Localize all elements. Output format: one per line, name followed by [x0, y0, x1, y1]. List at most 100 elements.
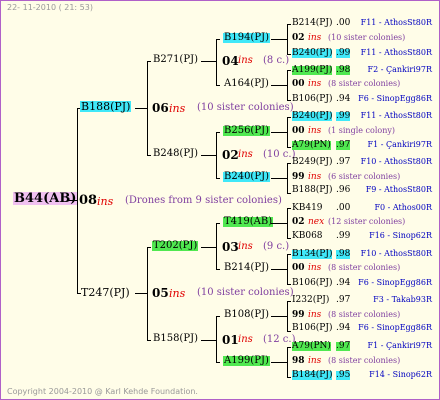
- connector-line: [216, 316, 220, 317]
- connector-line: [287, 238, 291, 239]
- g4-val-6: .99: [336, 111, 351, 121]
- gen1-number: 08: [79, 193, 98, 208]
- connector-line: [287, 193, 291, 194]
- connector-line: [77, 108, 78, 293]
- connector-line: [287, 347, 288, 378]
- g1-num-1: 05: [152, 286, 169, 300]
- g1-num-0: 06: [152, 101, 169, 115]
- g4-ins-16: ins: [308, 263, 322, 273]
- connector-line: [287, 331, 291, 332]
- g4-val-20: .94: [336, 323, 351, 333]
- g4-id-6: B240(PJ): [292, 111, 333, 121]
- g4-val-8: .97: [336, 140, 351, 150]
- gen1-note: (Drones from 9 sister colonies): [125, 195, 282, 206]
- connector-line: [201, 247, 216, 248]
- connector-line: [216, 39, 217, 86]
- g4-id-23: B184(PJ): [292, 370, 333, 380]
- g4-num-1: 02: [292, 33, 305, 43]
- connector-line: [287, 301, 291, 302]
- g4-id-2: B240(PJ): [292, 48, 333, 58]
- g4-src-5: F6 - SinopEgg86R: [358, 94, 432, 103]
- g3-label-1: A164(PJ): [224, 78, 269, 89]
- connector-line: [147, 61, 148, 156]
- connector-line: [201, 340, 216, 341]
- g2-num-2: 03: [222, 240, 239, 254]
- g4-src-15: F10 - AthosSt80R: [360, 249, 432, 258]
- connector-line: [287, 163, 291, 164]
- g4-num-19: 99: [292, 310, 305, 320]
- g4-src-14: F16 - Sinop62R: [369, 231, 432, 240]
- g3-label-7: A199(PJ): [223, 355, 270, 366]
- g2-note-0: (8 c.): [263, 55, 290, 66]
- g2-ins-3: ins: [238, 334, 253, 345]
- pedigree-frame: 22- 11-2010 ( 21: 53) Copyright 2004-201…: [0, 0, 440, 400]
- g4-id-8: A79(PN): [292, 140, 331, 150]
- g3-label-6: B108(PJ): [224, 309, 269, 320]
- g2-note-2: (9 c.): [263, 241, 290, 252]
- g4-num-13: 02: [292, 217, 305, 227]
- g4-val-11: .96: [336, 185, 351, 195]
- connector-line: [216, 316, 217, 363]
- g2-num-1: 02: [222, 148, 239, 162]
- connector-line: [201, 155, 216, 156]
- g4-note-4: (8 sister colonies): [328, 79, 401, 88]
- connector-line: [287, 117, 288, 148]
- g4-id-11: B188(PJ): [292, 185, 333, 195]
- g4-val-18: .97: [336, 295, 351, 305]
- gen1-ins: ins: [97, 195, 114, 208]
- connector-line: [147, 340, 151, 341]
- g4-ins-10: ins: [308, 172, 322, 182]
- g4-ins-22: ins: [308, 356, 322, 366]
- connector-line: [287, 70, 291, 71]
- connector-line: [271, 223, 287, 224]
- g4-val-9: .97: [336, 157, 351, 167]
- connector-line: [287, 377, 291, 378]
- g2-label-1: B248(PJ): [153, 148, 198, 159]
- connector-line: [216, 39, 220, 40]
- g4-num-7: 00: [292, 126, 305, 136]
- connector-line: [147, 155, 151, 156]
- g3-label-3: B240(PJ): [223, 171, 270, 182]
- g1-note-0: (10 sister colonies): [197, 102, 294, 113]
- g4-num-10: 99: [292, 172, 305, 182]
- g4-num-4: 00: [292, 79, 305, 89]
- connector-line: [271, 362, 287, 363]
- g4-val-3: .98: [336, 65, 351, 75]
- g2-label-2: T202(PJ): [152, 240, 199, 251]
- connector-line: [287, 347, 291, 348]
- g4-ins-1: ins: [308, 33, 322, 43]
- connector-line: [287, 117, 291, 118]
- connector-line: [201, 61, 216, 62]
- g4-src-20: F6 - SinopEgg86R: [358, 323, 432, 332]
- g4-id-12: KB419: [292, 203, 323, 213]
- connector-line: [216, 223, 217, 270]
- g4-id-5: B106(PJ): [292, 94, 333, 104]
- g4-note-19: (8 sister colonies): [328, 310, 401, 319]
- connector-line: [147, 61, 151, 62]
- connector-line: [135, 293, 147, 294]
- copyright-footer: Copyright 2004-2010 @ Karl Kehde Foundat…: [7, 387, 198, 396]
- g3-label-2: B256(PJ): [223, 125, 270, 136]
- g4-val-15: .98: [336, 249, 351, 259]
- connector-line: [147, 247, 151, 248]
- connector-line: [287, 301, 288, 332]
- g4-note-1: (10 sister colonies): [328, 33, 406, 42]
- connector-line: [287, 24, 288, 55]
- g1-note-1: (10 sister colonies): [197, 287, 294, 298]
- connector-line: [271, 269, 287, 270]
- connector-line: [216, 362, 220, 363]
- g1-ins-1: ins: [169, 287, 186, 300]
- g4-note-10: (6 sister colonies): [328, 172, 401, 181]
- g1-bottom-label: T247(PJ): [81, 286, 130, 299]
- g4-src-18: F3 - Takab93R: [373, 295, 432, 304]
- g2-note-1: (10 c.): [263, 149, 296, 160]
- g2-ins-0: ins: [238, 55, 253, 66]
- g4-src-9: F10 - AthosSt80R: [360, 157, 432, 166]
- connector-line: [287, 254, 288, 285]
- connector-line: [147, 247, 148, 341]
- root-label: B44(AB): [13, 191, 78, 206]
- connector-line: [216, 178, 220, 179]
- g4-id-9: B249(PJ): [292, 157, 333, 167]
- g3-label-5: B214(PJ): [224, 262, 269, 273]
- g3-label-0: B194(PJ): [223, 32, 270, 43]
